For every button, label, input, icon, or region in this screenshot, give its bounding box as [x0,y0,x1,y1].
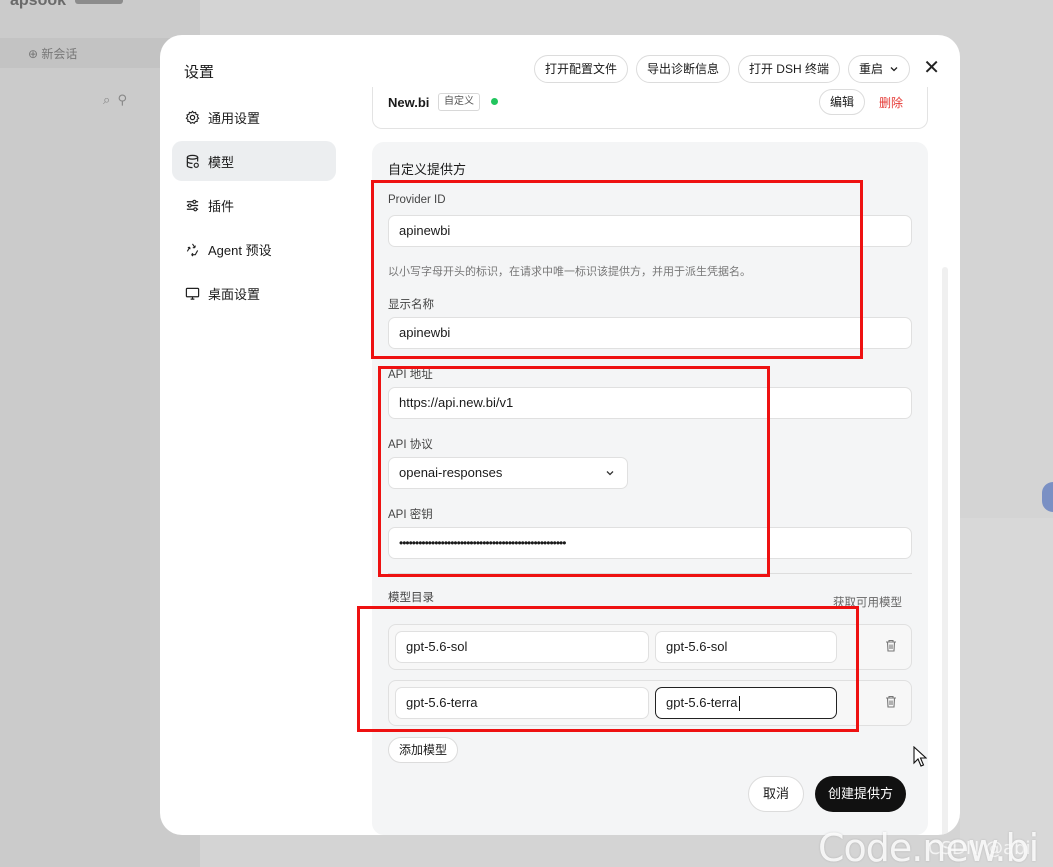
form-title: 自定义提供方 [388,162,467,177]
edit-provider-button[interactable]: 编辑 [818,89,865,115]
monitor-icon [184,285,200,301]
plus-circle-icon: ⊕ [28,47,39,61]
database-icon [184,153,200,169]
recycle-icon [184,241,200,257]
nav-item-label: 通用设置 [208,110,261,126]
nav-item-label: 插件 [208,198,235,214]
background-new-chat-label: 新会话 [41,47,78,61]
annotation-box [378,366,770,577]
open-config-button[interactable]: 打开配置文件 [533,55,628,83]
scrollbar[interactable] [942,267,948,835]
nav-item-desktop[interactable]: 桌面设置 [172,273,336,313]
nav-item-label: 模型 [208,154,235,170]
modal-top-actions: 打开配置文件 导出诊断信息 打开 DSH 终端 重启 [533,55,910,83]
model-catalog-label: 模型目录 [388,592,434,604]
restart-label: 重启 [858,62,883,76]
create-provider-button[interactable]: 创建提供方 [815,776,907,812]
background-brand-badge [75,0,123,4]
nav-item-plugins[interactable]: 插件 [172,185,336,225]
open-terminal-button[interactable]: 打开 DSH 终端 [737,55,840,83]
background-card [960,518,1053,867]
close-icon[interactable]: ✕ [923,58,940,78]
nav-item-models[interactable]: 模型 [172,141,336,181]
restart-dropdown[interactable]: 重启 [847,55,910,83]
background-brand: apsook [10,0,67,9]
modal-title: 设置 [184,64,215,81]
provider-tag: 自定义 [438,93,480,111]
mouse-cursor-icon [913,745,928,771]
provider-name: New.bi [388,95,430,110]
provider-card: New.bi 自定义 编辑 删除 [372,87,928,129]
chevron-down-icon [890,67,898,72]
sliders-icon [184,197,200,213]
nav-item-label: Agent 预设 [208,242,272,258]
trash-icon[interactable] [885,639,897,655]
settings-nav: 通用设置 模型 插件 Agent 预设 桌面设置 [172,97,336,317]
gear-icon [184,109,200,125]
delete-provider-button[interactable]: 删除 [879,94,903,111]
status-dot [491,98,498,105]
annotation-box [371,180,863,359]
search-icon: ⌕ ⚲ [103,92,128,107]
trash-icon[interactable] [885,695,897,711]
cancel-button[interactable]: 取消 [748,776,805,812]
nav-item-general[interactable]: 通用设置 [172,97,336,137]
nav-item-label: 桌面设置 [208,286,261,302]
nav-item-agent-presets[interactable]: Agent 预设 [172,229,336,269]
export-diagnostics-button[interactable]: 导出诊断信息 [635,55,730,83]
background-blue-element [1042,482,1053,512]
watermark: Code.new.bi [818,826,1039,867]
add-model-button[interactable]: 添加模型 [388,737,459,763]
annotation-box [357,606,859,732]
